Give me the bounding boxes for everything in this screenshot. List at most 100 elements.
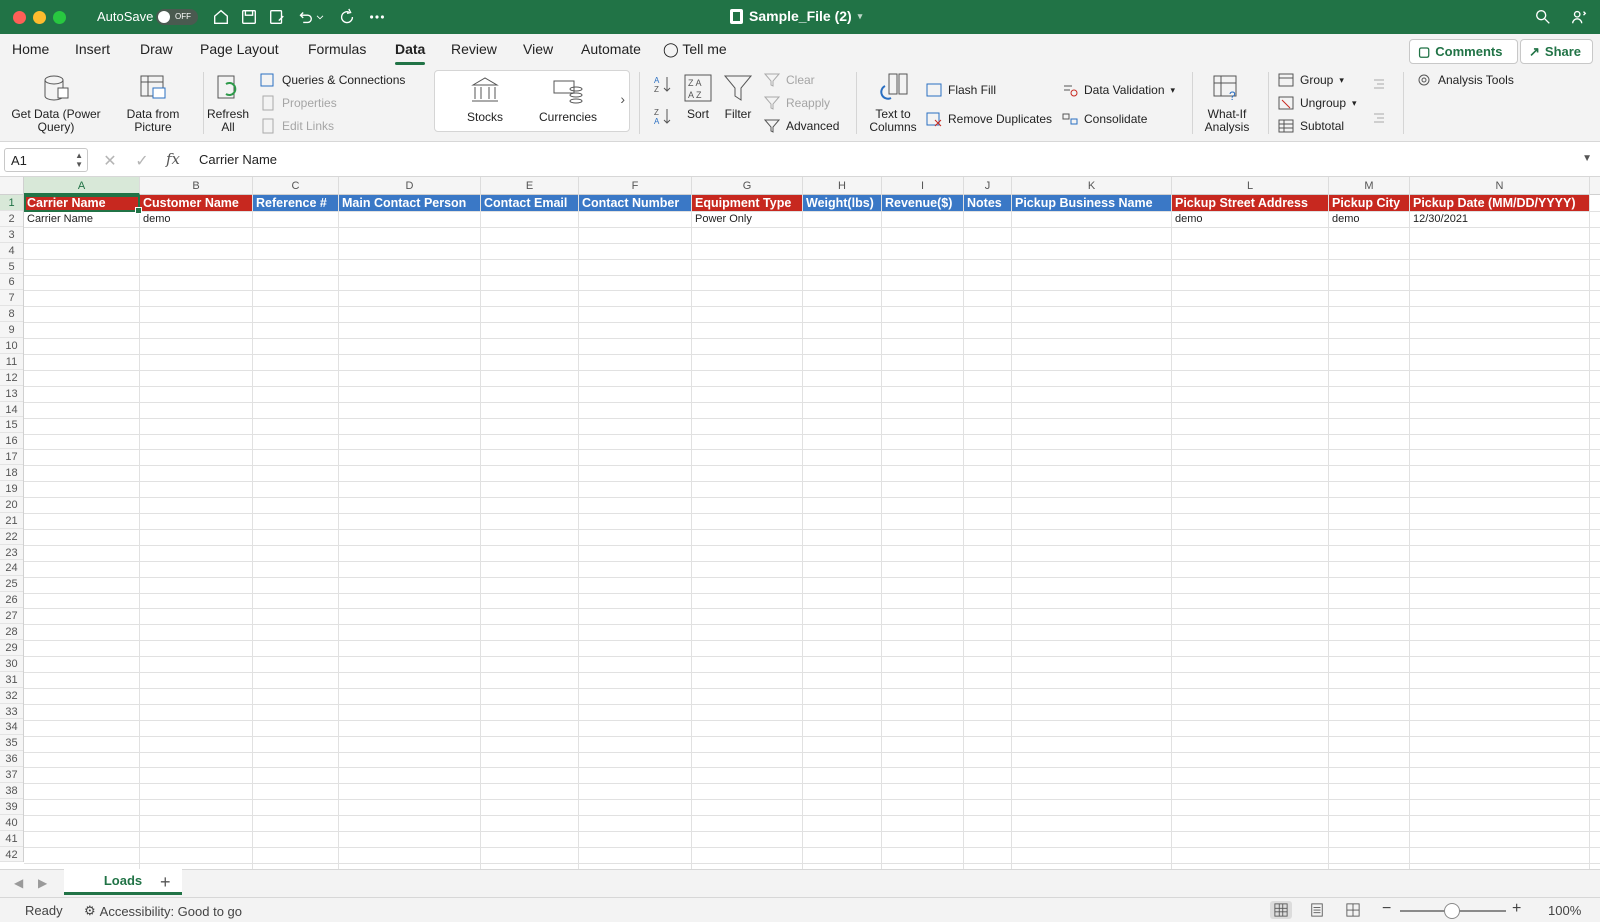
row-header-17[interactable]: 17 [0,449,23,466]
text-to-columns-button[interactable]: Text to Columns [866,72,920,134]
tell-me-search[interactable]: ◯ Tell me [663,41,727,58]
column-header-c[interactable]: C [253,177,339,195]
enter-formula-icon[interactable]: ✓ [133,151,151,170]
column-header-j[interactable]: J [964,177,1012,195]
row-header-32[interactable]: 32 [0,688,23,704]
tab-review[interactable]: Review [451,41,497,57]
column-header-h[interactable]: H [803,177,882,195]
expand-formula-bar-icon[interactable]: ▼ [1582,153,1592,164]
redo-icon[interactable] [336,7,358,27]
header-cell-g[interactable]: Equipment Type [692,195,802,211]
maximize-window-button[interactable] [53,11,66,24]
tab-draw[interactable]: Draw [140,41,173,57]
zoom-slider-handle[interactable] [1444,903,1460,919]
row-header-6[interactable]: 6 [0,274,23,291]
share-button[interactable]: ↗ Share [1520,39,1593,64]
what-if-analysis-button[interactable]: ? What-If Analysis [1196,72,1258,134]
column-header-n[interactable]: N [1410,177,1590,195]
row-header-38[interactable]: 38 [0,783,23,799]
row-header-33[interactable]: 33 [0,704,23,720]
comments-button[interactable]: ▢ Comments [1409,39,1518,64]
zoom-out-icon[interactable]: − [1382,900,1391,918]
row-header-8[interactable]: 8 [0,306,23,323]
column-header-d[interactable]: D [339,177,481,195]
row-header-28[interactable]: 28 [0,624,23,640]
tab-automate[interactable]: Automate [581,41,641,57]
ungroup-button[interactable]: Ungroup ▾ [1278,95,1357,111]
page-layout-view-icon[interactable] [1306,901,1328,919]
cell-l2[interactable]: demo [1172,211,1328,227]
flash-fill-button[interactable]: Flash Fill [926,82,996,98]
header-cell-j[interactable]: Notes [964,195,1011,211]
row-header-20[interactable]: 20 [0,497,23,513]
chevron-right-icon[interactable]: › [620,91,625,107]
header-cell-i[interactable]: Revenue($) [882,195,963,211]
sort-descending-button[interactable]: ZA [653,106,673,126]
column-header-e[interactable]: E [481,177,579,195]
zoom-in-icon[interactable]: + [1512,900,1521,918]
row-header-10[interactable]: 10 [0,338,23,354]
refresh-all-button[interactable]: Refresh All [204,72,252,134]
subtotal-button[interactable]: Subtotal [1278,118,1344,134]
row-header-12[interactable]: 12 [0,370,23,386]
row-header-40[interactable]: 40 [0,815,23,831]
row-header-9[interactable]: 9 [0,322,23,339]
formula-input[interactable]: Carrier Name [199,152,277,167]
cell-g2[interactable]: Power Only [692,211,802,227]
row-header-41[interactable]: 41 [0,831,23,847]
queries-connections-button[interactable]: Queries & Connections [260,72,405,88]
get-data-button[interactable]: Get Data (Power Query) [8,72,104,134]
next-sheet-icon[interactable]: ▶ [38,876,47,890]
row-header-15[interactable]: 15 [0,417,23,434]
row-header-13[interactable]: 13 [0,386,23,402]
share-people-icon[interactable] [1568,7,1590,27]
hide-detail-button[interactable] [1370,110,1386,126]
zoom-level[interactable]: 100% [1548,903,1581,918]
accessibility-status[interactable]: ⚙ Accessibility: Good to go [84,903,242,919]
row-header-2[interactable]: 2 [0,211,23,227]
row-header-21[interactable]: 21 [0,513,23,529]
cancel-formula-icon[interactable]: ✕ [101,151,119,170]
tab-view[interactable]: View [523,41,553,57]
row-header-11[interactable]: 11 [0,354,23,370]
data-from-picture-button[interactable]: Data from Picture [119,72,187,134]
normal-view-icon[interactable] [1270,901,1292,919]
column-header-l[interactable]: L [1172,177,1329,195]
tab-data[interactable]: Data [395,41,426,65]
row-header-3[interactable]: 3 [0,227,23,243]
undo-icon[interactable] [294,7,316,27]
row-header-23[interactable]: 23 [0,545,23,561]
header-cell-b[interactable]: Customer Name [140,195,252,211]
analysis-tools-button[interactable]: Analysis Tools [1416,72,1514,88]
select-all-corner[interactable] [0,177,24,195]
header-cell-f[interactable]: Contact Number [579,195,691,211]
minimize-window-button[interactable] [33,11,46,24]
header-cell-k[interactable]: Pickup Business Name [1012,195,1171,211]
stocks-button[interactable]: Stocks [455,75,515,124]
undo-dropdown-icon[interactable] [314,7,326,27]
column-header-m[interactable]: M [1329,177,1410,195]
tab-formulas[interactable]: Formulas [308,41,366,57]
data-validation-button[interactable]: Data Validation ▾ [1062,82,1175,98]
cell-b2[interactable]: demo [140,211,252,227]
row-header-14[interactable]: 14 [0,402,23,418]
currencies-button[interactable]: Currencies [533,75,603,124]
group-button[interactable]: Group ▾ [1278,72,1344,88]
save-as-icon[interactable] [266,7,288,27]
row-header-24[interactable]: 24 [0,560,23,577]
name-box[interactable]: A1 ▲ ▼ [4,148,88,172]
row-header-31[interactable]: 31 [0,672,23,688]
row-header-30[interactable]: 30 [0,656,23,672]
row-header-34[interactable]: 34 [0,719,23,736]
row-header-36[interactable]: 36 [0,751,23,768]
search-icon[interactable] [1532,7,1554,27]
row-header-1[interactable]: 1 [0,195,23,211]
row-header-19[interactable]: 19 [0,481,23,497]
column-header-g[interactable]: G [692,177,803,195]
column-header-a[interactable]: A [24,177,140,195]
row-header-22[interactable]: 22 [0,529,23,545]
active-cell-selection[interactable] [24,195,142,214]
tab-home[interactable]: Home [12,41,49,57]
row-header-42[interactable]: 42 [0,847,23,863]
reapply-button[interactable]: Reapply [763,95,830,111]
